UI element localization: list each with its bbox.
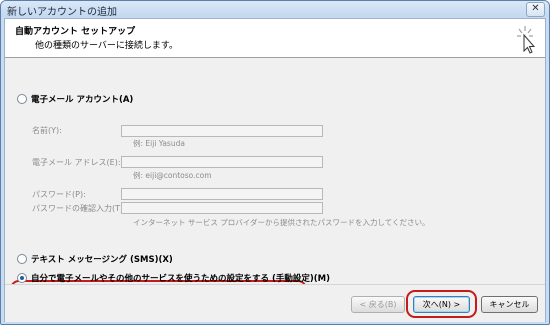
close-button[interactable]: ✕: [526, 2, 545, 17]
option-sms[interactable]: テキスト メッセージング (SMS)(X): [17, 253, 173, 265]
option-email-account[interactable]: 電子メール アカウント(A): [17, 93, 133, 105]
sms-label: テキスト メッセージング (SMS)(X): [31, 255, 173, 265]
name-example: 例: Eiji Yasuda: [133, 139, 185, 148]
cursor-sparkle-icon: [517, 26, 536, 54]
manual-setup-radio[interactable]: [17, 273, 27, 283]
email-account-radio[interactable]: [17, 94, 27, 104]
email-example: 例: eiji@contoso.com: [133, 171, 212, 180]
wizard-body: 電子メール アカウント(A) 名前(Y): 例: Eiji Yasuda 電子メ…: [5, 58, 545, 308]
sms-radio[interactable]: [17, 254, 27, 264]
password-confirm-input[interactable]: [121, 202, 323, 214]
cancel-button[interactable]: キャンセル: [481, 296, 538, 313]
window-title: 新しいアカウントの追加: [7, 7, 117, 18]
email-label: 電子メール アドレス(E):: [32, 158, 121, 167]
name-input[interactable]: [121, 125, 323, 137]
title-bar[interactable]: 新しいアカウントの追加 ✕: [1, 1, 549, 18]
option-manual-setup[interactable]: 自分で電子メールやその他のサービスを使うための設定をする (手動設定)(M): [17, 272, 330, 284]
back-button[interactable]: < 戻る(B): [351, 296, 405, 313]
header-title: 自動アカウント セットアップ: [15, 27, 136, 37]
password-label: パスワード(P):: [32, 190, 86, 199]
name-label: 名前(Y):: [32, 126, 62, 135]
wizard-footer: < 戻る(B) 次へ(N) > キャンセル: [5, 284, 545, 322]
wizard-header: 自動アカウント セットアップ 他の種類のサーバーに接続します。: [5, 19, 545, 58]
header-subtitle: 他の種類のサーバーに接続します。: [35, 41, 179, 51]
dialog-client: 自動アカウント セットアップ 他の種類のサーバーに接続します。 電子メール アカ…: [4, 18, 546, 322]
email-input[interactable]: [121, 156, 323, 168]
next-button[interactable]: 次へ(N) >: [413, 296, 470, 313]
add-account-window: 新しいアカウントの追加 ✕ 自動アカウント セットアップ 他の種類のサーバーに接…: [0, 0, 550, 325]
manual-setup-label: 自分で電子メールやその他のサービスを使うための設定をする (手動設定)(M): [31, 274, 330, 284]
password-hint: インターネット サービス プロバイダーから提供されたパスワードを入力してください…: [133, 218, 430, 227]
email-account-label: 電子メール アカウント(A): [31, 95, 134, 105]
password-confirm-label: パスワードの確認入力(T):: [32, 204, 126, 213]
password-input[interactable]: [121, 188, 323, 200]
